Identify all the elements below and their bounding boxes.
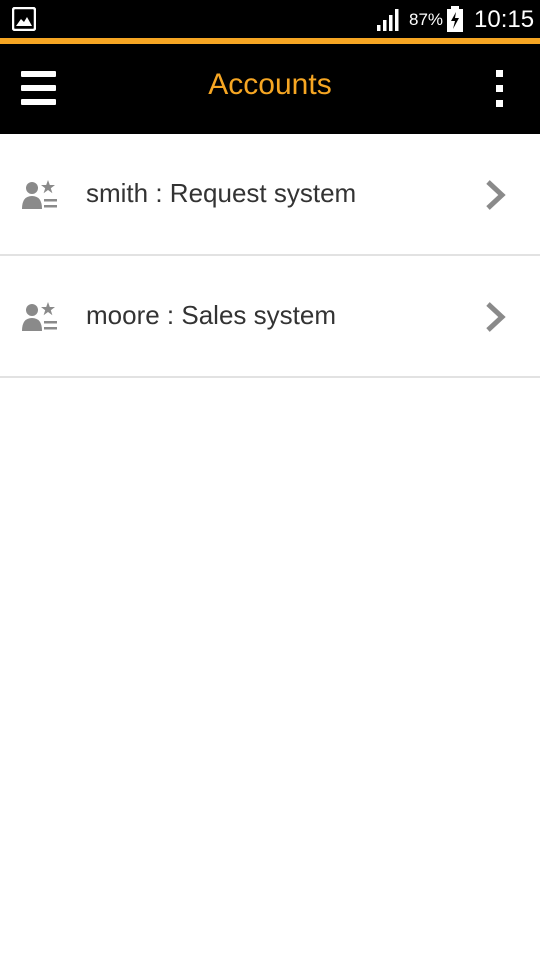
battery-percent: 87% [409, 10, 444, 29]
account-star-icon [22, 180, 57, 209]
more-vertical-icon[interactable] [478, 61, 520, 115]
clock: 10:15 [474, 6, 535, 33]
gallery-icon [12, 7, 36, 31]
signal-icon [377, 9, 399, 31]
chevron-right-icon [486, 302, 506, 332]
chevron-right-icon [486, 180, 506, 210]
account-star-icon [22, 302, 57, 331]
account-row-smith[interactable]: smith : Request system [0, 134, 540, 256]
account-label: moore : Sales system [86, 300, 336, 330]
page-title: Accounts [208, 68, 332, 101]
account-row-moore[interactable]: moore : Sales system [0, 256, 540, 378]
account-label: smith : Request system [86, 178, 357, 208]
status-bar: 87% 10:15 [0, 0, 540, 38]
battery-charging-icon [447, 6, 463, 32]
app-bar: Accounts [0, 44, 540, 134]
account-list: smith : Request system moore : Sales sys… [0, 134, 540, 378]
